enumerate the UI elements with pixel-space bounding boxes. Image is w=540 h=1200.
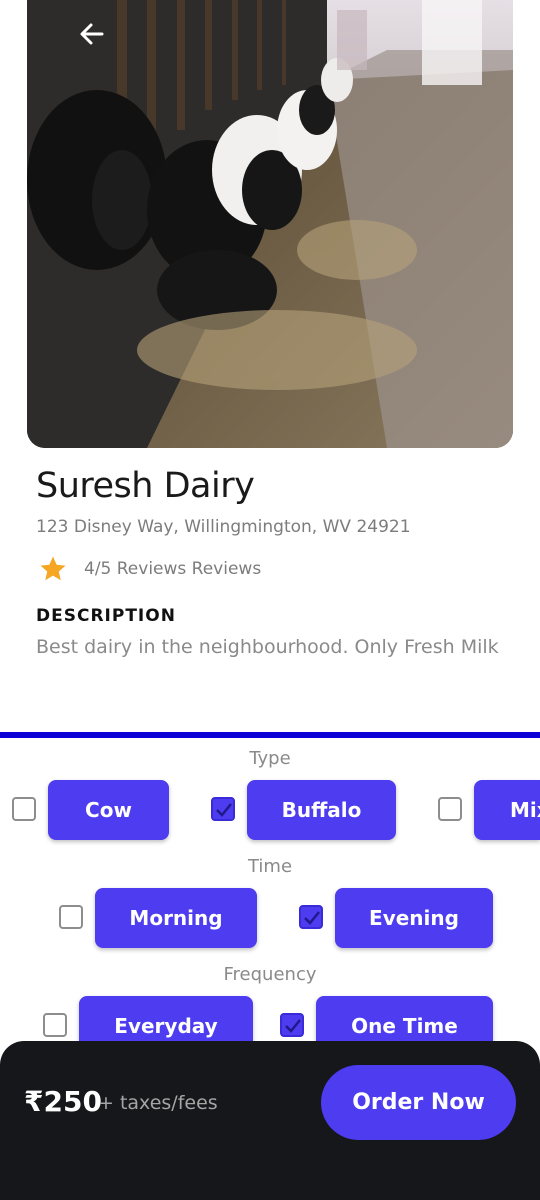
checkmark-icon [216, 803, 232, 817]
checkbox-everyday[interactable] [43, 1013, 67, 1037]
rating-row: 4/5 Reviews Reviews [38, 554, 261, 584]
checkmark-icon [304, 911, 320, 925]
checkbox-cow[interactable] [12, 797, 36, 821]
section-divider [0, 732, 540, 738]
price: ₹250 [24, 1085, 102, 1118]
checkbox-one-time[interactable] [280, 1013, 304, 1037]
description-heading: DESCRIPTION [36, 606, 176, 626]
checkbox-buffalo[interactable] [211, 797, 235, 821]
checkbox-morning[interactable] [59, 905, 83, 929]
time-label: Time [247, 856, 293, 877]
back-button[interactable] [74, 16, 110, 52]
price-suffix: + taxes/fees [98, 1092, 218, 1114]
frequency-label: Frequency [223, 964, 317, 985]
hero-image [27, 0, 513, 448]
option-morning[interactable]: Morning [95, 888, 257, 948]
checkmark-icon [285, 1019, 301, 1033]
arrow-left-icon [80, 23, 104, 45]
option-evening[interactable]: Evening [335, 888, 493, 948]
option-cow[interactable]: Cow [48, 780, 169, 840]
checkbox-mix[interactable] [438, 797, 462, 821]
checkbox-evening[interactable] [299, 905, 323, 929]
dairy-name: Suresh Dairy [36, 466, 255, 506]
barn-illustration [27, 0, 513, 448]
order-now-button[interactable]: Order Now [321, 1065, 516, 1140]
option-buffalo[interactable]: Buffalo [247, 780, 396, 840]
dairy-address: 123 Disney Way, Willingmington, WV 24921 [36, 517, 411, 537]
order-bar: ₹250 + taxes/fees Order Now [0, 1041, 540, 1200]
rating-text: 4/5 Reviews Reviews [84, 559, 262, 579]
option-mix[interactable]: Mix [474, 780, 540, 840]
type-label: Type [249, 748, 291, 769]
description-text: Best dairy in the neighbourhood. Only Fr… [36, 636, 499, 658]
star-icon [40, 556, 66, 581]
